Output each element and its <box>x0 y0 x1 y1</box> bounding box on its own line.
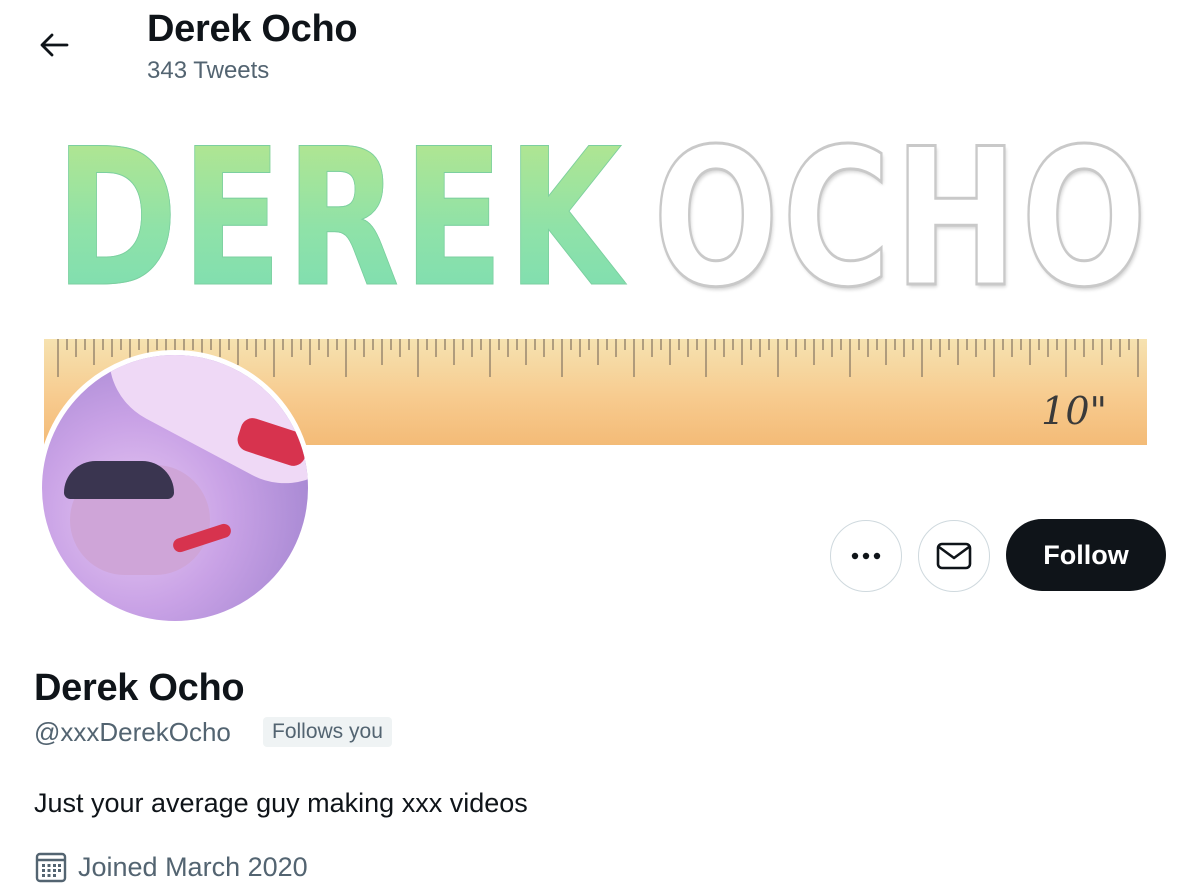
envelope-icon <box>936 542 972 570</box>
joined-date: Joined March 2020 <box>34 850 308 884</box>
back-arrow-icon <box>40 33 69 57</box>
more-button[interactable] <box>830 520 902 592</box>
message-button[interactable] <box>918 520 990 592</box>
user-handle: @xxxDerekOcho <box>34 717 231 747</box>
back-button[interactable] <box>28 22 80 68</box>
page-title: Derek Ocho <box>147 8 358 50</box>
profile-bio: Just your average guy making xxx videos <box>34 788 528 818</box>
tweet-count: 343 Tweets <box>147 57 270 84</box>
banner-word-left: DEREK <box>55 108 626 329</box>
profile-page: Derek Ocho 343 Tweets 10" DEREK OCHO Fol… <box>0 0 1204 896</box>
follows-you-badge: Follows you <box>263 717 392 747</box>
joined-text: Joined March 2020 <box>78 851 308 882</box>
follow-button[interactable]: Follow <box>1006 519 1166 591</box>
avatar[interactable] <box>37 350 313 626</box>
calendar-icon <box>35 852 67 883</box>
more-horizontal-icon <box>851 552 881 560</box>
banner-word-right: OCHO <box>652 108 1151 329</box>
ruler-label: 10" <box>1041 389 1107 433</box>
profile-header: Derek Ocho 343 Tweets <box>0 0 1204 100</box>
display-name: Derek Ocho <box>34 667 245 709</box>
